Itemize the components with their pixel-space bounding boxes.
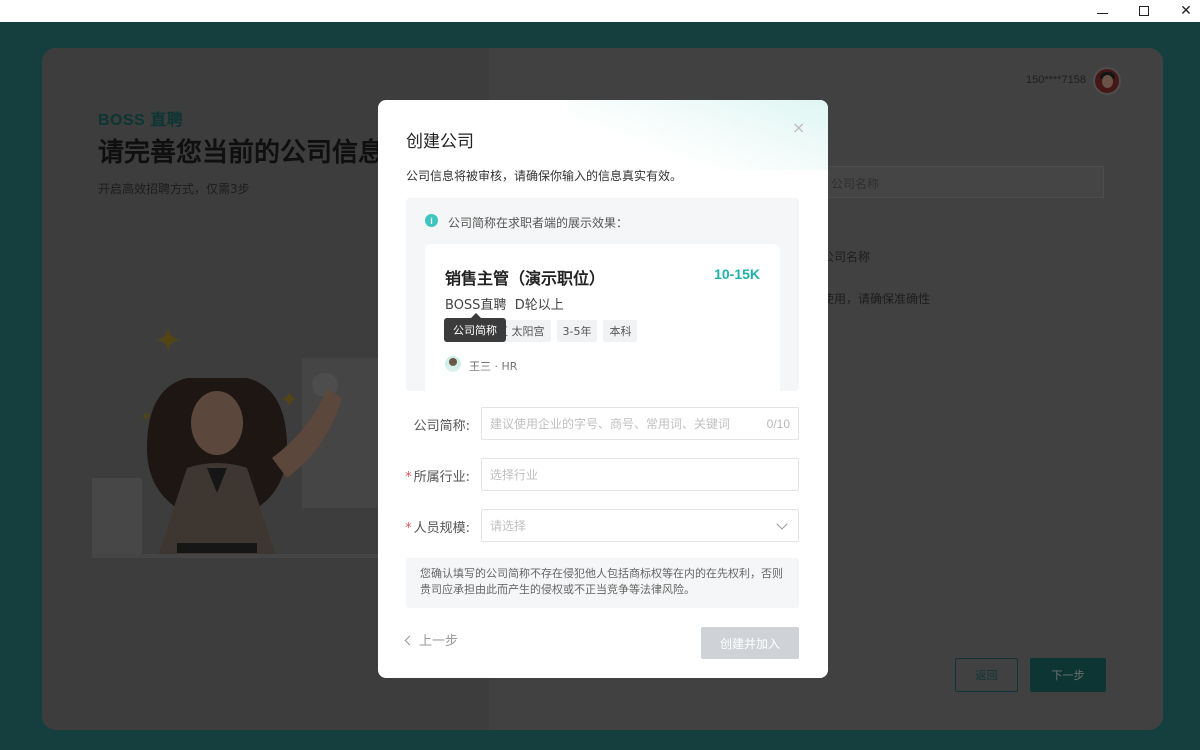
job-company-stage: D轮以上 bbox=[514, 298, 564, 313]
create-company-modal: 创建公司 × 公司信息将被审核，请确保你输入的信息真实有效。 i 公司简称在求职… bbox=[378, 100, 828, 678]
preview-panel: i 公司简称在求职者端的展示效果： 销售主管（演示职位） 10-15K BOSS… bbox=[406, 198, 799, 391]
industry-label: * 所属行业: bbox=[405, 470, 470, 485]
window-titlebar: ✕ bbox=[0, 0, 1200, 22]
short-name-counter: 0/10 bbox=[766, 417, 790, 431]
job-salary: 10-15K bbox=[714, 266, 760, 282]
window-close-button[interactable]: ✕ bbox=[1166, 0, 1200, 22]
minimize-button[interactable] bbox=[1082, 0, 1122, 22]
job-preview-card: 销售主管（演示职位） 10-15K BOSS直聘 D轮以上 区 太阳宫 3-5年… bbox=[425, 244, 780, 391]
job-tag-education: 本科 bbox=[603, 320, 638, 342]
short-name-input[interactable] bbox=[490, 416, 760, 431]
company-size-label: * 人员规模: bbox=[405, 521, 470, 536]
company-size-placeholder: 请选择 bbox=[490, 519, 527, 533]
job-company: BOSS直聘 D轮以上 bbox=[445, 294, 564, 313]
job-tag-experience: 3-5年 bbox=[556, 320, 598, 342]
close-icon[interactable]: × bbox=[792, 118, 805, 137]
industry-placeholder: 选择行业 bbox=[490, 468, 539, 482]
job-title: 销售主管（演示职位） bbox=[445, 269, 606, 288]
close-icon: ✕ bbox=[1180, 3, 1192, 19]
maximize-icon bbox=[1139, 6, 1149, 16]
short-name-label: 公司简称: bbox=[413, 419, 470, 434]
chevron-left-icon bbox=[404, 635, 415, 646]
create-and-join-button[interactable]: 创建并加入 bbox=[701, 627, 799, 659]
job-company-name: BOSS直聘 bbox=[445, 298, 507, 313]
short-name-field[interactable]: 0/10 bbox=[481, 407, 799, 440]
legal-notice: 您确认填写的公司简称不存在侵犯他人包括商标权等在内的在先权利，否则贵司应承担由此… bbox=[406, 558, 799, 608]
maximize-button[interactable] bbox=[1124, 0, 1164, 22]
modal-title: 创建公司 bbox=[406, 132, 474, 152]
short-name-tooltip: 公司简称 bbox=[444, 313, 506, 342]
chevron-down-icon bbox=[776, 518, 788, 530]
info-icon: i bbox=[425, 214, 438, 227]
industry-select[interactable]: 选择行业 bbox=[481, 458, 799, 491]
company-size-select[interactable]: 请选择 bbox=[481, 509, 799, 542]
modal-description: 公司信息将被审核，请确保你输入的信息真实有效。 bbox=[406, 169, 683, 183]
preview-hint: 公司简称在求职者端的展示效果： bbox=[448, 216, 629, 230]
previous-step-link[interactable]: 上一步 bbox=[404, 630, 458, 649]
minimize-icon bbox=[1096, 12, 1108, 14]
